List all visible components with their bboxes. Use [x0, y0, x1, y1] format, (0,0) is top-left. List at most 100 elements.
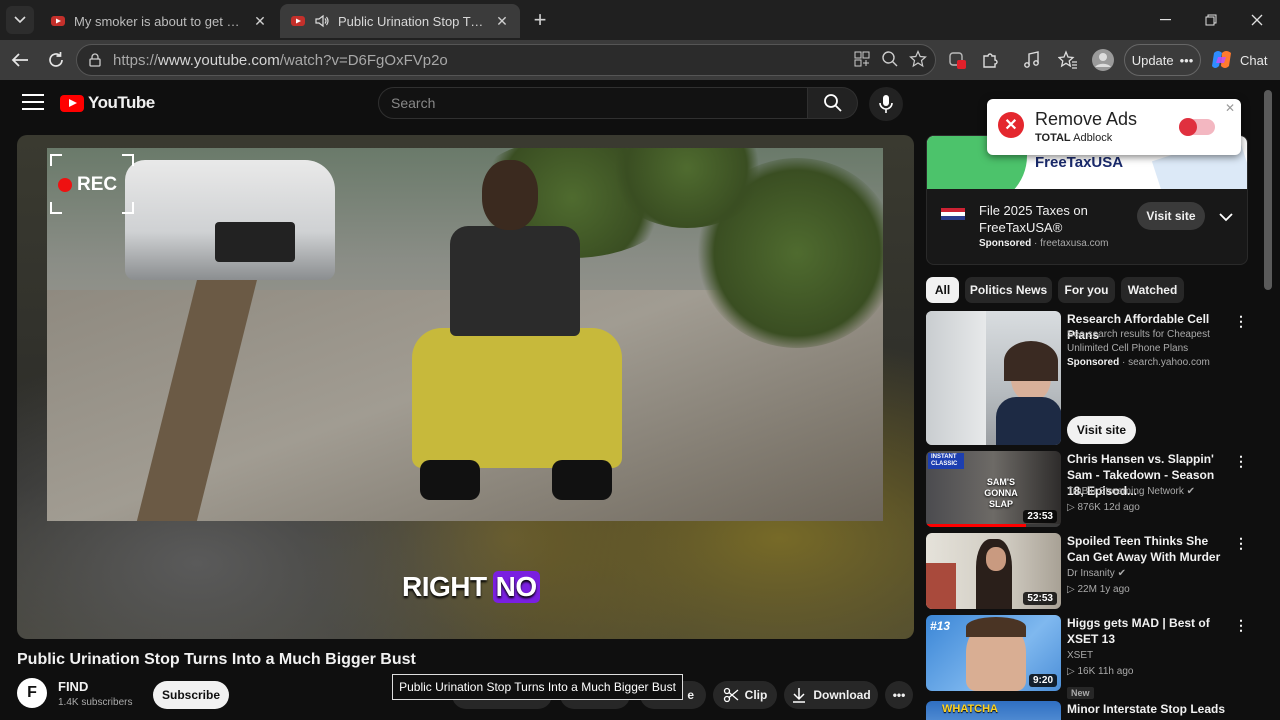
rec-title[interactable]: Minor Interstate Stop Leads to a [1067, 701, 1232, 720]
ad-visit-site-button[interactable]: Visit site [1137, 202, 1205, 230]
chevron-down-icon[interactable] [1217, 208, 1235, 226]
search-button[interactable] [808, 87, 858, 119]
arrow-left-icon [11, 53, 28, 67]
video-player[interactable]: REC RIGHT NO [17, 135, 914, 639]
page-scrollbar[interactable] [1264, 90, 1272, 290]
browser-tab-2-active[interactable]: Public Urination Stop Turns Into ✕ [280, 4, 520, 38]
rec-channel: Dr Insanity ✔ [1067, 567, 1126, 581]
address-bar[interactable]: https://www.youtube.com/watch?v=D6FgOxFV… [76, 44, 936, 76]
close-icon [1251, 14, 1263, 26]
clip-label: Clip [744, 688, 768, 702]
close-window-button[interactable] [1234, 0, 1280, 40]
popup-brand-rest: Adblock [1073, 132, 1113, 144]
clip-button[interactable]: Clip [713, 681, 777, 709]
thumb-text: WHATCHA [942, 703, 999, 715]
close-tab-icon[interactable]: ✕ [494, 13, 510, 29]
url-path: /watch?v=D6FgOxFVp2o [279, 51, 448, 69]
list-item[interactable]: 52:53 Spoiled Teen Thinks She Can Get Aw… [926, 533, 1256, 609]
thumb-text: #13 [930, 619, 951, 633]
rec-title[interactable]: Spoiled Teen Thinks She Can Get Away Wit… [1067, 533, 1232, 565]
rec-channel: TruBlu Streaming Network ✔ [1067, 485, 1195, 499]
favorites-button[interactable] [1056, 48, 1080, 72]
chip-all[interactable]: All [926, 277, 959, 303]
close-popup-icon[interactable]: ✕ [1225, 101, 1235, 115]
list-item[interactable]: #13 9:20 Higgs gets MAD | Best of XSET 1… [926, 615, 1256, 699]
rec-label: REC [77, 174, 118, 195]
channel-avatar[interactable]: F [17, 678, 47, 708]
search-input[interactable]: Search [378, 87, 808, 119]
profile-button[interactable] [1091, 48, 1115, 72]
remove-ads-toggle[interactable] [1179, 118, 1215, 136]
chip-for-you[interactable]: For you [1058, 277, 1115, 303]
new-tab-button[interactable]: + [528, 7, 552, 32]
seated-man [412, 160, 622, 521]
media-control-button[interactable] [1020, 48, 1044, 72]
youtube-favicon-icon [51, 16, 65, 26]
more-actions-button[interactable]: ••• [885, 681, 913, 709]
chip-politics-news[interactable]: Politics News [965, 277, 1052, 303]
browser-toolbar: https://www.youtube.com/watch?v=D6FgOxFV… [0, 40, 1280, 80]
more-options-icon[interactable]: ⋮ [1234, 453, 1250, 469]
back-button[interactable] [6, 46, 34, 74]
rec-title[interactable]: Higgs gets MAD | Best of XSET 13 [1067, 615, 1232, 647]
update-browser-button[interactable]: Update ••• [1124, 44, 1201, 76]
chat-label: Chat [1240, 52, 1268, 68]
guide-menu-button[interactable] [22, 94, 44, 112]
video-thumbnail[interactable]: #13 9:20 [926, 615, 1061, 691]
copilot-icon [1212, 51, 1231, 68]
browser-tab-1[interactable]: My smoker is about to get active. ✕ [40, 4, 278, 38]
zoom-icon[interactable] [881, 50, 899, 68]
favorite-star-icon[interactable] [909, 50, 927, 68]
restore-window-button[interactable] [1188, 0, 1234, 40]
video-thumbnail[interactable]: WHATCHA [926, 701, 1061, 720]
puzzle-icon [983, 53, 998, 68]
extensions-button[interactable] [978, 48, 1002, 72]
restore-icon [1205, 14, 1217, 26]
more-options-icon[interactable]: ⋮ [1234, 617, 1250, 633]
title-tooltip: Public Urination Stop Turns Into a Much … [392, 674, 683, 700]
app-available-icon[interactable] [853, 50, 871, 68]
verified-check-icon: ✔ [1186, 486, 1196, 497]
subscribe-button[interactable]: Subscribe [153, 681, 229, 709]
site-info-icon[interactable] [87, 52, 103, 68]
chip-watched[interactable]: Watched [1121, 277, 1184, 303]
rec-sponsored-meta: Sponsored · search.yahoo.com [1067, 357, 1210, 368]
refresh-button[interactable] [42, 46, 70, 74]
voice-search-button[interactable] [869, 87, 903, 121]
youtube-favicon-icon [291, 16, 305, 26]
video-thumbnail[interactable]: 52:53 [926, 533, 1061, 609]
download-icon [793, 688, 806, 703]
close-tab-icon[interactable]: ✕ [252, 13, 268, 29]
caption-word-2: NO [492, 571, 540, 603]
list-item[interactable]: INSTANT CLASSIC SAM'S GONNA SLAP 23:53 C… [926, 451, 1256, 527]
search-icon [823, 94, 842, 112]
minimize-window-button[interactable] [1142, 0, 1188, 40]
adblock-extension-icon[interactable] [946, 48, 970, 72]
url-scheme: https:// [113, 51, 159, 69]
tab-actions-menu-button[interactable] [6, 6, 34, 34]
scissors-icon [723, 687, 739, 703]
search-placeholder: Search [391, 95, 436, 111]
audio-playing-icon[interactable] [314, 13, 330, 29]
youtube-logo[interactable]: YouTube [60, 93, 155, 113]
more-options-icon[interactable]: ⋮ [1234, 535, 1250, 551]
ad-brand: FreeTaxUSA [1035, 154, 1124, 171]
avatar-icon [1092, 49, 1114, 71]
tab-title: My smoker is about to get active. [74, 13, 244, 29]
copilot-chat-button[interactable]: Chat [1210, 46, 1267, 74]
rec-visit-site-button[interactable]: Visit site [1067, 416, 1136, 444]
download-button[interactable]: Download [784, 681, 878, 709]
popup-title: Remove Ads [1035, 109, 1138, 129]
ad-domain: freetaxusa.com [1040, 238, 1109, 249]
list-item[interactable]: Research Affordable Cell Plans See searc… [926, 311, 1256, 445]
channel-name[interactable]: FIND [58, 679, 88, 694]
ad-title[interactable]: File 2025 Taxes on FreeTaxUSA® [979, 202, 1129, 236]
video-thumbnail[interactable] [926, 311, 1061, 445]
caption-word-1: RIGHT [402, 571, 487, 602]
rec-domain: search.yahoo.com [1128, 357, 1210, 368]
video-duration: 9:20 [1028, 674, 1057, 687]
more-options-icon[interactable]: ⋮ [1234, 313, 1250, 329]
list-item[interactable]: WHATCHA Minor Interstate Stop Leads to a [926, 701, 1256, 720]
youtube-page: YouTube Search REC RIGHT NO Public Urina… [0, 80, 1280, 720]
video-thumbnail[interactable]: INSTANT CLASSIC SAM'S GONNA SLAP 23:53 [926, 451, 1061, 527]
